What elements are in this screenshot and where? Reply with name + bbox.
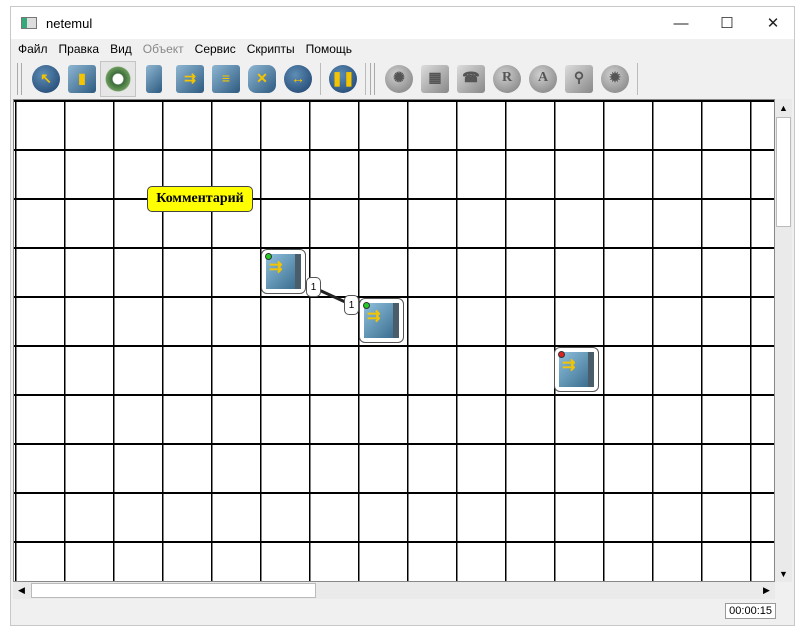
toolbar-separator — [637, 63, 638, 95]
scroll-up-icon[interactable]: ▲ — [775, 99, 792, 116]
menu-service[interactable]: Сервис — [195, 42, 236, 56]
switch-icon: ⇉ — [266, 254, 301, 289]
switch-icon: ⇉ — [364, 303, 399, 338]
scroll-left-icon[interactable]: ◀ — [13, 582, 30, 599]
status-bar: 00:00:15 — [11, 599, 794, 626]
menu-help[interactable]: Помощь — [306, 42, 352, 56]
computer-tool-button[interactable] — [136, 61, 172, 97]
menu-view[interactable]: Вид — [110, 42, 132, 56]
simulation-timer: 00:00:15 — [725, 603, 776, 619]
status-indicator-green — [363, 302, 370, 309]
network-canvas[interactable]: Комментарий ⇉ ⇉ ⇉ 1 1 — [13, 99, 775, 582]
magnifier-icon: ⚲ — [565, 65, 593, 93]
network-card-icon: ▦ — [421, 65, 449, 93]
menu-file[interactable]: Файл — [18, 42, 48, 56]
router-icon: ✕ — [248, 65, 276, 93]
routes-button: R — [489, 61, 525, 97]
status-indicator-red — [558, 351, 565, 358]
cable-tool-button[interactable] — [100, 61, 136, 97]
cable-icon — [104, 65, 132, 93]
cursor-icon: ↖ — [32, 65, 60, 93]
phone-icon: ☎ — [457, 65, 485, 93]
gear-icon: ✺ — [385, 65, 413, 93]
addresses-icon: A — [529, 65, 557, 93]
sniffer-button: ⚲ — [561, 61, 597, 97]
vertical-scroll-thumb[interactable] — [776, 117, 791, 227]
switch-device[interactable]: ⇉ — [554, 347, 599, 392]
arp-button: ☎ — [453, 61, 489, 97]
vertical-scrollbar[interactable]: ▲ ▼ — [775, 99, 792, 582]
hub-icon: ≡ — [212, 65, 240, 93]
scroll-right-icon[interactable]: ▶ — [758, 582, 775, 599]
comment-note[interactable]: Комментарий — [147, 186, 253, 212]
select-tool-button[interactable]: ↖ — [28, 61, 64, 97]
hub-tool-button[interactable]: ≡ — [208, 61, 244, 97]
menu-edit[interactable]: Правка — [59, 42, 100, 56]
pause-icon: ❚❚ — [329, 65, 357, 93]
toolbar-separator — [365, 63, 366, 95]
toolbar-separator — [320, 63, 321, 95]
send-tool-button[interactable]: ↔ — [280, 61, 316, 97]
switch-icon: ⇉ — [176, 65, 204, 93]
cog-icon: ✹ — [601, 65, 629, 93]
status-indicator-green — [265, 253, 272, 260]
switch-tool-button[interactable]: ⇉ — [172, 61, 208, 97]
toolbar-grip[interactable] — [17, 63, 22, 95]
maximize-button[interactable]: ☐ — [704, 7, 750, 39]
send-icon: ↔ — [284, 65, 312, 93]
app-icon — [21, 17, 37, 29]
toolbar-grip[interactable] — [370, 63, 375, 95]
horizontal-scroll-thumb[interactable] — [31, 583, 316, 598]
addresses-button: A — [525, 61, 561, 97]
note-tool-button[interactable]: ▮ — [64, 61, 100, 97]
window-title: netemul — [46, 15, 93, 31]
switch-icon: ⇉ — [559, 352, 594, 387]
minimize-button[interactable]: — — [658, 7, 704, 39]
note-icon: ▮ — [68, 65, 96, 93]
routes-icon: R — [493, 65, 521, 93]
close-button[interactable]: ✕ — [750, 7, 796, 39]
router-tool-button[interactable]: ✕ — [244, 61, 280, 97]
app-window: netemul — ☐ ✕ Файл Правка Вид Объект Сер… — [10, 6, 795, 626]
menu-bar: Файл Правка Вид Объект Сервис Скрипты По… — [11, 39, 794, 59]
programs-button: ✹ — [597, 61, 633, 97]
menu-scripts[interactable]: Скрипты — [247, 42, 295, 56]
port-label[interactable]: 1 — [344, 295, 359, 315]
port-label[interactable]: 1 — [306, 277, 321, 297]
title-bar: netemul — ☐ ✕ — [11, 7, 794, 39]
switch-device[interactable]: ⇉ — [261, 249, 306, 294]
menu-object: Объект — [142, 42, 184, 56]
horizontal-scrollbar[interactable]: ◀ ▶ — [13, 582, 775, 599]
computer-icon — [146, 65, 162, 93]
scroll-down-icon[interactable]: ▼ — [775, 565, 792, 582]
switch-device[interactable]: ⇉ — [359, 298, 404, 343]
settings-button: ✺ — [381, 61, 417, 97]
interfaces-button: ▦ — [417, 61, 453, 97]
pause-button[interactable]: ❚❚ — [325, 61, 361, 97]
toolbar: ↖ ▮ ⇉ ≡ ✕ ↔ ❚❚ ✺ ▦ ☎ R A ⚲ ✹ — [11, 59, 794, 99]
